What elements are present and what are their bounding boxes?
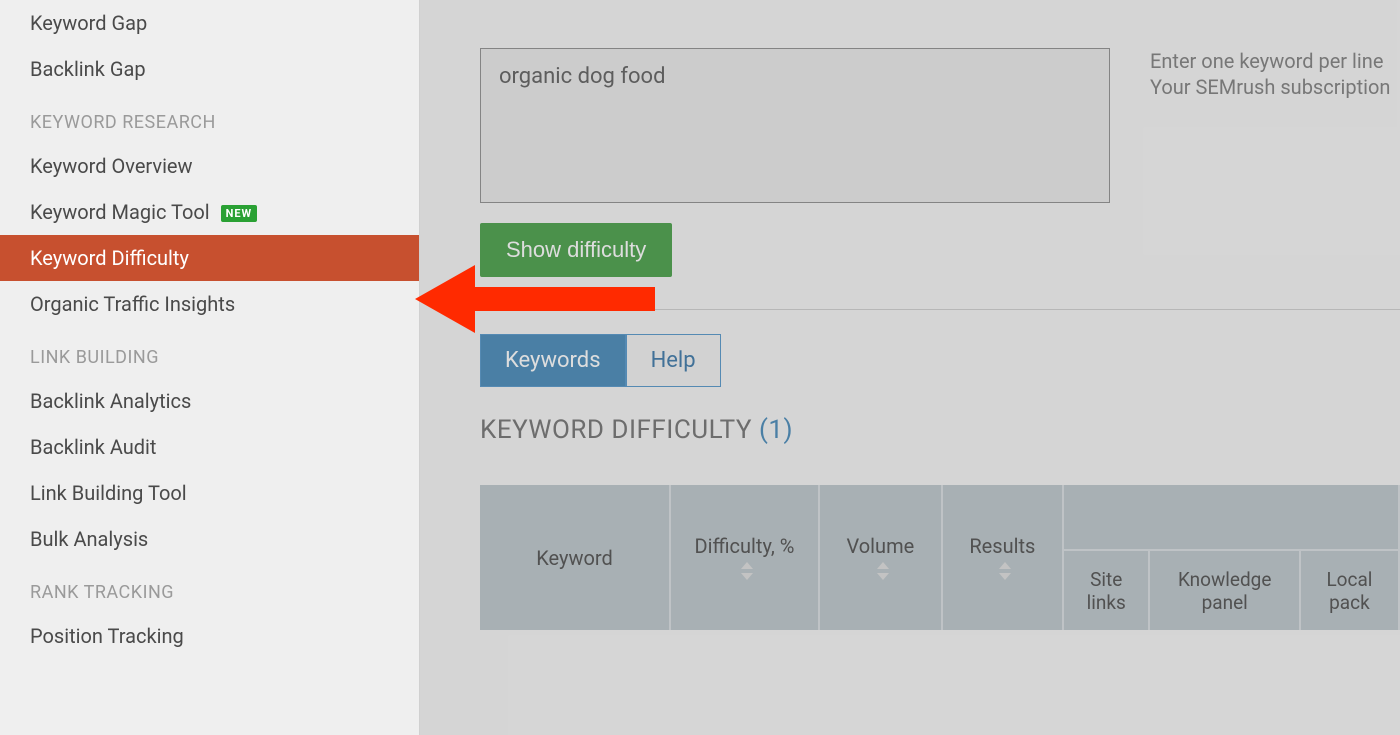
column-header-difficulty[interactable]: Difficulty, % — [670, 485, 819, 630]
tab-keywords[interactable]: Keywords — [480, 334, 626, 387]
hint-line-1: Enter one keyword per line — [1150, 48, 1390, 74]
sidebar-item-bulk-analysis[interactable]: Bulk Analysis — [0, 516, 419, 562]
sidebar-item-keyword-difficulty[interactable]: Keyword Difficulty — [0, 235, 419, 281]
sidebar-heading-link-building: LINK BUILDING — [0, 327, 419, 378]
sidebar: Keyword Gap Backlink Gap KEYWORD RESEARC… — [0, 0, 420, 735]
sidebar-item-label: Keyword Magic Tool — [30, 200, 210, 224]
column-header-volume[interactable]: Volume — [819, 485, 942, 630]
column-header-site-links[interactable]: Site links — [1063, 550, 1150, 630]
sort-icon — [876, 562, 890, 580]
column-header-serp-group — [1063, 485, 1399, 550]
sidebar-item-backlink-analytics[interactable]: Backlink Analytics — [0, 378, 419, 424]
section-title-text: KEYWORD DIFFICULTY — [480, 415, 752, 445]
column-header-label: Results — [969, 534, 1035, 558]
sidebar-item-organic-traffic-insights[interactable]: Organic Traffic Insights — [0, 281, 419, 327]
sidebar-heading-rank-tracking: RANK TRACKING — [0, 562, 419, 613]
keyword-input[interactable] — [480, 48, 1110, 203]
column-header-keyword[interactable]: Keyword — [480, 485, 670, 630]
sidebar-item-position-tracking[interactable]: Position Tracking — [0, 613, 419, 659]
tabs: Keywords Help — [480, 334, 1400, 387]
column-header-knowledge-panel[interactable]: Knowledge panel — [1149, 550, 1299, 630]
hint-line-2: Your SEMrush subscription — [1150, 74, 1390, 100]
results-table: Keyword Difficulty, % Volume Results — [480, 485, 1400, 630]
section-count: (1) — [759, 415, 793, 445]
show-difficulty-button[interactable]: Show difficulty — [480, 223, 672, 277]
column-header-label: Difficulty, % — [695, 534, 795, 558]
sidebar-item-backlink-gap[interactable]: Backlink Gap — [0, 46, 419, 92]
column-header-label: Volume — [846, 534, 914, 558]
tab-help[interactable]: Help — [626, 334, 721, 387]
sidebar-item-link-building-tool[interactable]: Link Building Tool — [0, 470, 419, 516]
sidebar-item-backlink-audit[interactable]: Backlink Audit — [0, 424, 419, 470]
hint-text: Enter one keyword per line Your SEMrush … — [1150, 48, 1390, 100]
new-badge: NEW — [221, 205, 258, 222]
column-header-local-pack[interactable]: Local pack — [1300, 550, 1399, 630]
sort-icon — [998, 562, 1012, 580]
sidebar-item-keyword-overview[interactable]: Keyword Overview — [0, 143, 419, 189]
divider — [480, 309, 1400, 310]
sidebar-item-keyword-gap[interactable]: Keyword Gap — [0, 0, 419, 46]
sidebar-item-keyword-magic-tool[interactable]: Keyword Magic Tool NEW — [0, 189, 419, 235]
column-header-results[interactable]: Results — [942, 485, 1063, 630]
main-content: Enter one keyword per line Your SEMrush … — [420, 0, 1400, 735]
sort-icon — [740, 562, 754, 580]
section-title: KEYWORD DIFFICULTY (1) — [480, 415, 1400, 445]
sidebar-heading-keyword-research: KEYWORD RESEARCH — [0, 92, 419, 143]
